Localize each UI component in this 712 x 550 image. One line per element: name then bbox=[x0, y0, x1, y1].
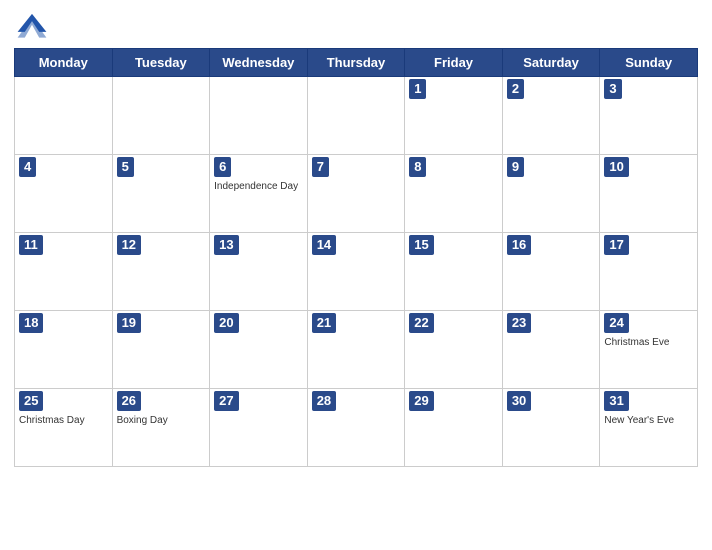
calendar-cell: 18 bbox=[15, 311, 113, 389]
day-number: 23 bbox=[507, 313, 531, 333]
day-number: 17 bbox=[604, 235, 628, 255]
day-number: 26 bbox=[117, 391, 141, 411]
calendar-cell: 14 bbox=[307, 233, 405, 311]
calendar-cell: 22 bbox=[405, 311, 503, 389]
calendar-header bbox=[14, 10, 698, 40]
calendar-cell bbox=[15, 77, 113, 155]
day-number: 9 bbox=[507, 157, 524, 177]
day-number: 13 bbox=[214, 235, 238, 255]
calendar-cell: 7 bbox=[307, 155, 405, 233]
logo bbox=[14, 10, 114, 40]
calendar-cell bbox=[307, 77, 405, 155]
day-number: 2 bbox=[507, 79, 524, 99]
day-number: 8 bbox=[409, 157, 426, 177]
day-number: 27 bbox=[214, 391, 238, 411]
day-number: 16 bbox=[507, 235, 531, 255]
calendar-cell: 4 bbox=[15, 155, 113, 233]
day-number: 19 bbox=[117, 313, 141, 333]
calendar-header-row: MondayTuesdayWednesdayThursdayFridaySatu… bbox=[15, 49, 698, 77]
calendar-cell: 25 Christmas Day bbox=[15, 389, 113, 467]
holiday-label: Boxing Day bbox=[117, 415, 206, 427]
day-number: 15 bbox=[409, 235, 433, 255]
calendar-cell: 31 New Year's Eve bbox=[600, 389, 698, 467]
day-number: 12 bbox=[117, 235, 141, 255]
weekday-header-tuesday: Tuesday bbox=[112, 49, 210, 77]
calendar-cell: 9 bbox=[502, 155, 600, 233]
calendar-cell: 2 bbox=[502, 77, 600, 155]
week-row-1: 1 2 3 bbox=[15, 77, 698, 155]
week-row-2: 4 5 6 Independence Day 7 8 9 10 bbox=[15, 155, 698, 233]
day-number: 21 bbox=[312, 313, 336, 333]
calendar-cell bbox=[112, 77, 210, 155]
calendar-cell: 12 bbox=[112, 233, 210, 311]
calendar-cell: 28 bbox=[307, 389, 405, 467]
holiday-label: Independence Day bbox=[214, 181, 303, 193]
calendar-cell: 1 bbox=[405, 77, 503, 155]
calendar-cell: 29 bbox=[405, 389, 503, 467]
calendar-cell: 16 bbox=[502, 233, 600, 311]
weekday-header-thursday: Thursday bbox=[307, 49, 405, 77]
week-row-4: 18 19 20 21 22 23 24 Christmas Eve bbox=[15, 311, 698, 389]
calendar-page: MondayTuesdayWednesdayThursdayFridaySatu… bbox=[0, 0, 712, 550]
day-number: 14 bbox=[312, 235, 336, 255]
day-number: 6 bbox=[214, 157, 231, 177]
holiday-label: Christmas Eve bbox=[604, 337, 693, 349]
calendar-cell: 13 bbox=[210, 233, 308, 311]
calendar-cell: 15 bbox=[405, 233, 503, 311]
day-number: 1 bbox=[409, 79, 426, 99]
holiday-label: Christmas Day bbox=[19, 415, 108, 427]
day-number: 29 bbox=[409, 391, 433, 411]
calendar-cell: 30 bbox=[502, 389, 600, 467]
calendar-cell: 27 bbox=[210, 389, 308, 467]
day-number: 4 bbox=[19, 157, 36, 177]
weekday-header-wednesday: Wednesday bbox=[210, 49, 308, 77]
holiday-label: New Year's Eve bbox=[604, 415, 693, 427]
day-number: 18 bbox=[19, 313, 43, 333]
weekday-header-monday: Monday bbox=[15, 49, 113, 77]
calendar-cell: 17 bbox=[600, 233, 698, 311]
calendar-cell: 5 bbox=[112, 155, 210, 233]
day-number: 30 bbox=[507, 391, 531, 411]
day-number: 5 bbox=[117, 157, 134, 177]
weekday-header-friday: Friday bbox=[405, 49, 503, 77]
weekday-header-saturday: Saturday bbox=[502, 49, 600, 77]
day-number: 7 bbox=[312, 157, 329, 177]
day-number: 11 bbox=[19, 235, 43, 255]
calendar-cell: 20 bbox=[210, 311, 308, 389]
week-row-5: 25 Christmas Day 26 Boxing Day 27 28 29 30 31 New… bbox=[15, 389, 698, 467]
day-number: 10 bbox=[604, 157, 628, 177]
calendar-cell: 21 bbox=[307, 311, 405, 389]
calendar-cell bbox=[210, 77, 308, 155]
day-number: 28 bbox=[312, 391, 336, 411]
calendar-cell: 10 bbox=[600, 155, 698, 233]
calendar-cell: 6 Independence Day bbox=[210, 155, 308, 233]
calendar-cell: 23 bbox=[502, 311, 600, 389]
calendar-cell: 11 bbox=[15, 233, 113, 311]
day-number: 20 bbox=[214, 313, 238, 333]
weekday-header-sunday: Sunday bbox=[600, 49, 698, 77]
logo-icon bbox=[14, 10, 50, 38]
calendar-cell: 19 bbox=[112, 311, 210, 389]
calendar-cell: 3 bbox=[600, 77, 698, 155]
day-number: 25 bbox=[19, 391, 43, 411]
day-number: 24 bbox=[604, 313, 628, 333]
calendar-cell: 24 Christmas Eve bbox=[600, 311, 698, 389]
calendar-table: MondayTuesdayWednesdayThursdayFridaySatu… bbox=[14, 48, 698, 467]
calendar-cell: 26 Boxing Day bbox=[112, 389, 210, 467]
day-number: 3 bbox=[604, 79, 621, 99]
day-number: 31 bbox=[604, 391, 628, 411]
day-number: 22 bbox=[409, 313, 433, 333]
calendar-cell: 8 bbox=[405, 155, 503, 233]
week-row-3: 11 12 13 14 15 16 17 bbox=[15, 233, 698, 311]
